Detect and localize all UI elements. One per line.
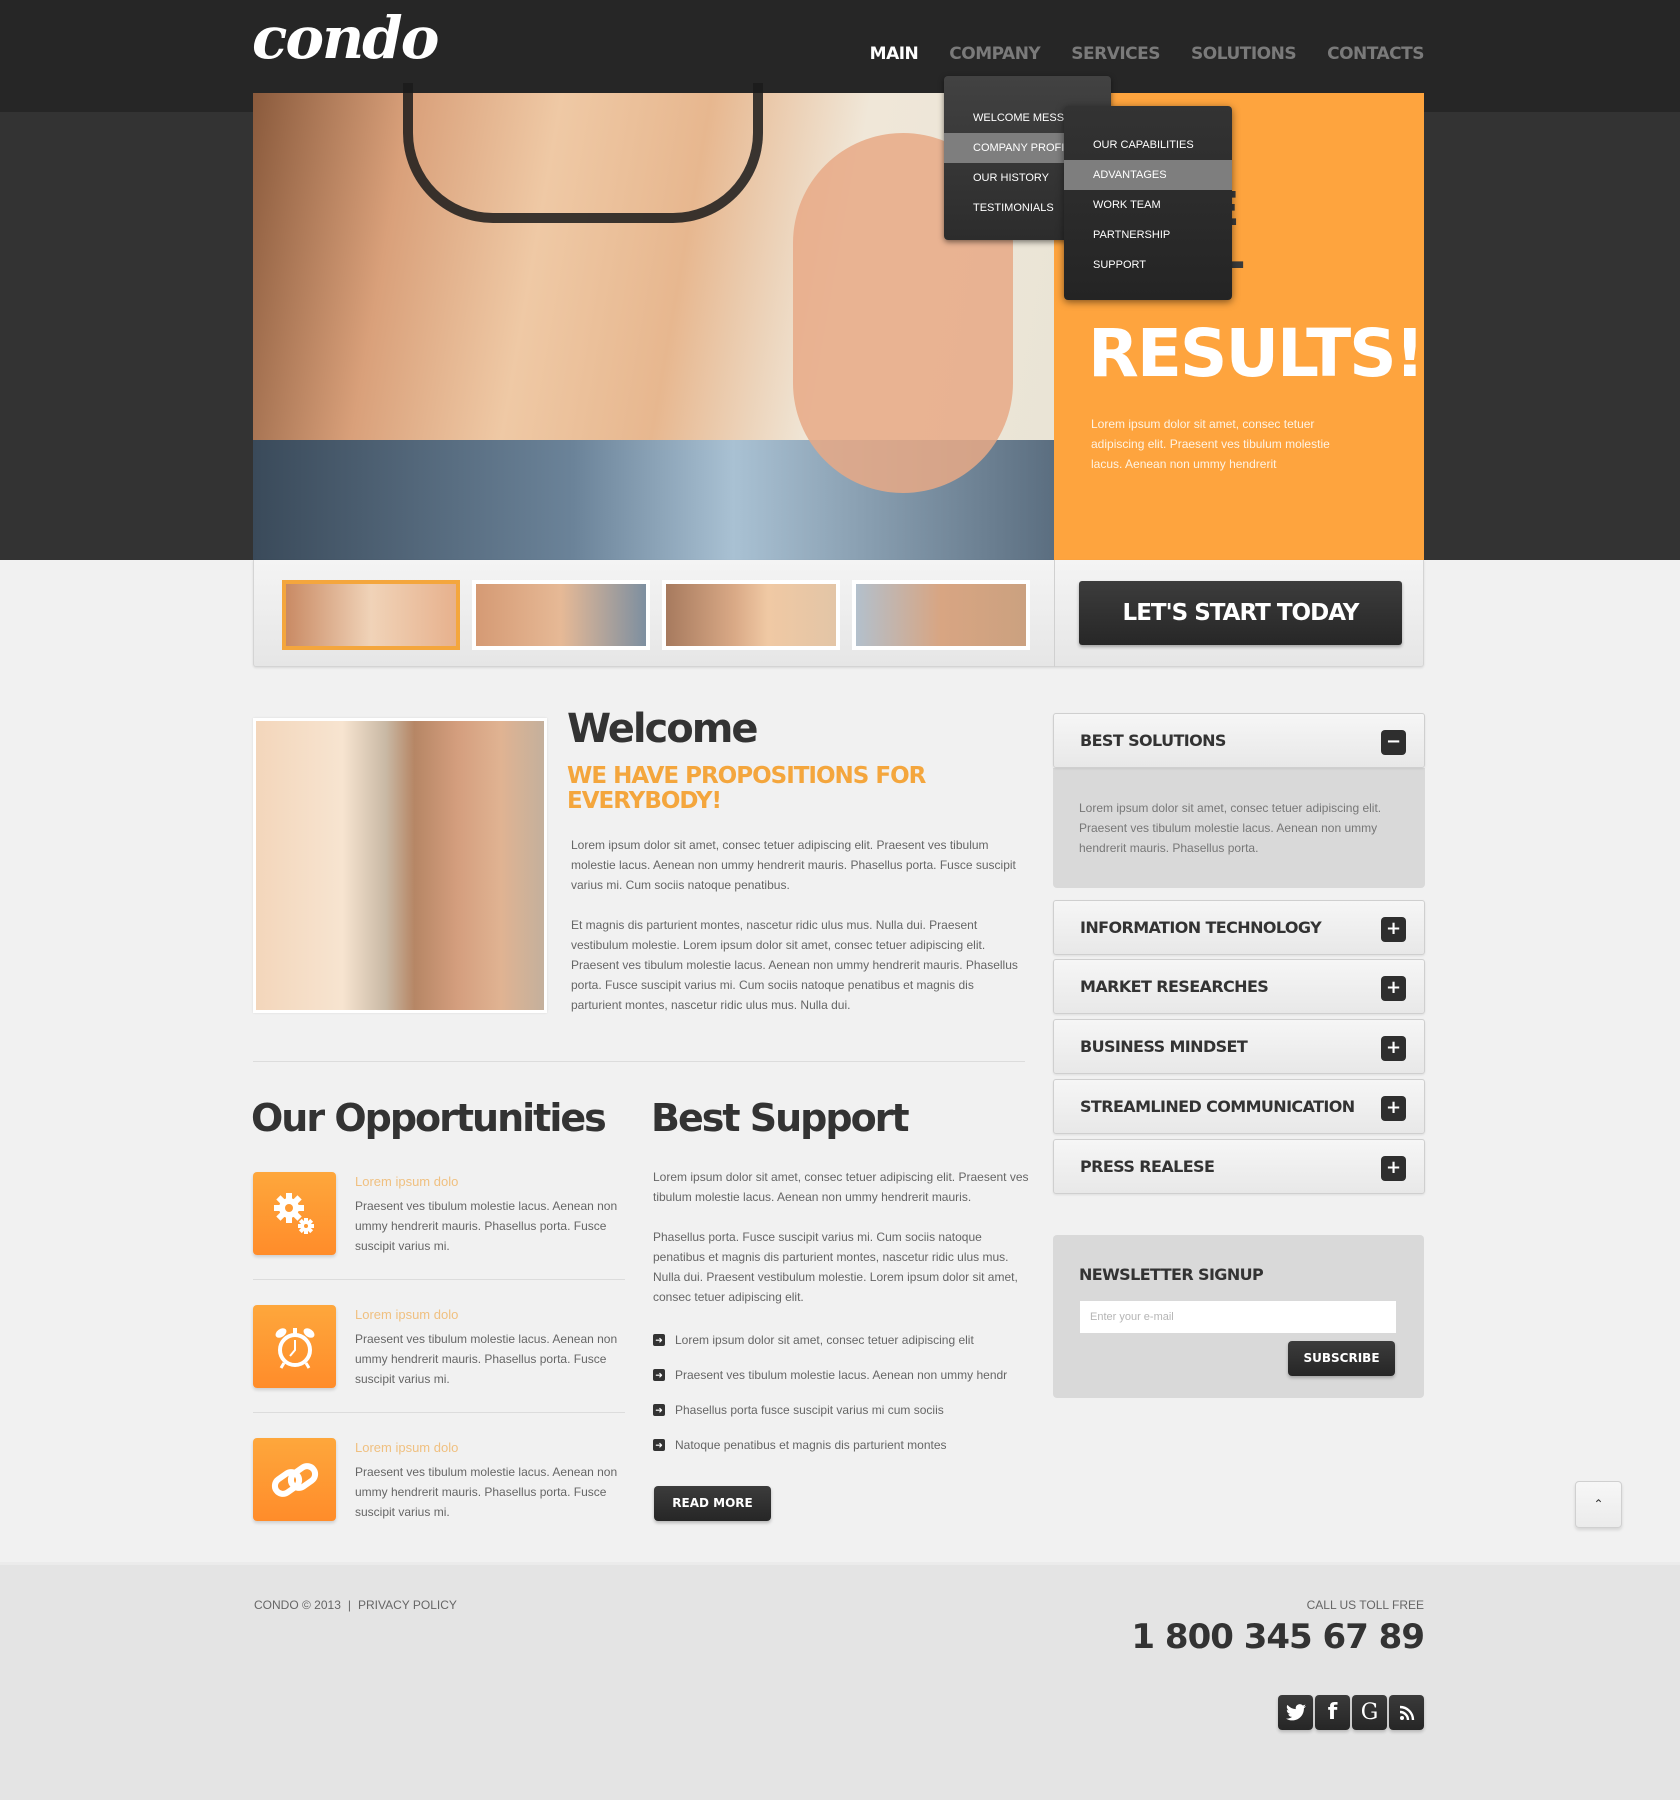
plus-icon[interactable]: + (1381, 976, 1406, 1001)
accordion-header-best-solutions[interactable]: BEST SOLUTIONS − (1053, 713, 1425, 768)
arrow-right-icon: ➜ (653, 1404, 665, 1416)
plus-icon[interactable]: + (1381, 1096, 1406, 1121)
call-us-label: CALL US TOLL FREE (1306, 1598, 1424, 1612)
hero-image (253, 83, 1054, 560)
alarm-clock-icon (253, 1305, 336, 1388)
accordion-label: MARKET RESEARCHES (1080, 977, 1269, 996)
minus-icon[interactable]: − (1381, 730, 1406, 755)
google-glyph: G (1360, 1700, 1379, 1725)
accordion-label: STREAMLINED COMMUNICATION (1080, 1097, 1355, 1116)
privacy-policy-link[interactable]: PRIVACY POLICY (358, 1598, 457, 1612)
main-nav: MAIN COMPANY SERVICES SOLUTIONS CONTACTS (839, 44, 1425, 64)
plus-icon[interactable]: + (1381, 917, 1406, 942)
menu-item-work-team[interactable]: WORK TEAM (1064, 190, 1232, 220)
hero-title: RESULTS! (1088, 315, 1425, 392)
hero-text: Lorem ipsum dolor sit amet, consec tetue… (1091, 417, 1330, 471)
twitter-icon[interactable] (1278, 1695, 1313, 1730)
menu-item-support[interactable]: SUPPORT (1064, 250, 1232, 280)
slider-thumbnail-strip: LET'S START TODAY (253, 560, 1424, 667)
newsletter-title: NEWSLETTER SIGNUP (1079, 1265, 1264, 1284)
hero-image-glasses (403, 83, 763, 223)
newsletter-box: NEWSLETTER SIGNUP SUBSCRIBE (1053, 1235, 1424, 1398)
lets-start-today-button[interactable]: LET'S START TODAY (1079, 581, 1402, 645)
welcome-paragraph-1: Lorem ipsum dolor sit amet, consec tetue… (571, 838, 1016, 892)
welcome-paragraph-2: Et magnis dis parturient montes, nascetu… (571, 918, 1018, 1012)
welcome-subtitle: WE HAVE PROPOSITIONS FOR EVERYBODY! (567, 763, 926, 814)
back-to-top-button[interactable]: ⌃ (1575, 1481, 1622, 1528)
opportunities-title: Our Opportunities (251, 1096, 607, 1140)
support-paragraph-1: Lorem ipsum dolor sit amet, consec tetue… (653, 1170, 1029, 1204)
nav-main[interactable]: MAIN (870, 44, 919, 64)
nav-services[interactable]: SERVICES (1071, 44, 1160, 64)
list-item: ➜ Lorem ipsum dolor sit amet, consec tetu… (653, 1333, 1038, 1368)
gears-icon (253, 1172, 336, 1255)
opportunity-text: Praesent ves tibulum molestie lacus. Aen… (355, 1332, 618, 1386)
plus-icon[interactable]: + (1381, 1156, 1406, 1181)
accordion-label: BEST SOLUTIONS (1080, 731, 1226, 750)
google-icon[interactable]: G (1352, 1695, 1387, 1730)
thumbnail-2[interactable] (472, 580, 650, 650)
list-item-text[interactable]: Phasellus porta fusce suscipit varius mi… (675, 1403, 944, 1417)
arrow-right-icon: ➜ (653, 1439, 665, 1451)
subscribe-button[interactable]: SUBSCRIBE (1288, 1341, 1395, 1376)
read-more-button[interactable]: READ MORE (654, 1486, 771, 1521)
welcome-image (253, 718, 547, 1013)
opportunity-text: Praesent ves tibulum molestie lacus. Aen… (355, 1199, 618, 1253)
list-item: ➜ Praesent ves tibulum molestie lacus. Ae… (653, 1368, 1038, 1403)
support-title: Best Support (651, 1096, 910, 1140)
strip-divider (1054, 560, 1055, 667)
accordion-label: PRESS REALESE (1080, 1157, 1215, 1176)
opportunity-divider (253, 1412, 625, 1413)
link-icon (253, 1438, 336, 1521)
phone-number: 1 800 345 67 89 (1131, 1617, 1425, 1657)
site-footer: CONDO © 2013 | PRIVACY POLICY CALL US TOLL… (0, 1562, 1680, 1800)
thumbnail-4[interactable] (852, 580, 1030, 650)
list-item: ➜ Natoque penatibus et magnis dis parturi… (653, 1438, 1038, 1473)
menu-item-our-capabilities[interactable]: OUR CAPABILITIES (1064, 130, 1232, 160)
facebook-glyph: f (1327, 1700, 1338, 1725)
accordion-panel-best-solutions: Lorem ipsum dolor sit amet, consec tetue… (1053, 768, 1425, 888)
accordion-header-market-researches[interactable]: MARKET RESEARCHES + (1053, 959, 1425, 1014)
rss-icon[interactable] (1389, 1695, 1424, 1730)
list-item-text[interactable]: Praesent ves tibulum molestie lacus. Aen… (675, 1368, 1007, 1382)
accordion-header-business-mindset[interactable]: BUSINESS MINDSET + (1053, 1019, 1425, 1074)
newsletter-email-input[interactable] (1080, 1301, 1396, 1333)
social-links: f G (1278, 1695, 1424, 1730)
menu-item-partnership[interactable]: PARTNERSHIP (1064, 220, 1232, 250)
accordion-panel-text: Lorem ipsum dolor sit amet, consec tetue… (1079, 801, 1382, 855)
plus-icon[interactable]: + (1381, 1036, 1406, 1061)
nav-contacts[interactable]: CONTACTS (1327, 44, 1424, 64)
logo[interactable]: condo (252, 4, 439, 72)
accordion-header-information-technology[interactable]: INFORMATION TECHNOLOGY + (1053, 900, 1425, 955)
opportunity-heading[interactable]: Lorem ipsum dolo (355, 1307, 458, 1322)
thumbnail-1[interactable] (282, 580, 460, 650)
copyright-text: CONDO © 2013 (254, 1598, 341, 1612)
list-item: ➜ Phasellus porta fusce suscipit varius m… (653, 1403, 1038, 1438)
arrow-right-icon: ➜ (653, 1334, 665, 1346)
thumbnail-3[interactable] (662, 580, 840, 650)
list-item-text[interactable]: Lorem ipsum dolor sit amet, consec tetue… (675, 1333, 974, 1347)
support-list: ➜ Lorem ipsum dolor sit amet, consec tetu… (653, 1333, 1038, 1473)
arrow-right-icon: ➜ (653, 1369, 665, 1381)
support-paragraph-2: Phasellus porta. Fusce suscipit varius m… (653, 1230, 1018, 1304)
opportunity-heading[interactable]: Lorem ipsum dolo (355, 1440, 458, 1455)
opportunity-text: Praesent ves tibulum molestie lacus. Aen… (355, 1465, 618, 1519)
copyright: CONDO © 2013 | PRIVACY POLICY (254, 1598, 457, 1612)
accordion-label: BUSINESS MINDSET (1080, 1037, 1248, 1056)
nav-company[interactable]: COMPANY (949, 44, 1040, 64)
accordion-header-press-realese[interactable]: PRESS REALESE + (1053, 1139, 1425, 1194)
nav-solutions[interactable]: SOLUTIONS (1191, 44, 1297, 64)
menu-item-advantages[interactable]: ADVANTAGES (1064, 160, 1232, 190)
section-divider (253, 1061, 1025, 1062)
list-item-text[interactable]: Natoque penatibus et magnis dis parturie… (675, 1438, 947, 1452)
accordion-label: INFORMATION TECHNOLOGY (1080, 918, 1322, 937)
company-profile-submenu: OUR CAPABILITIES ADVANTAGES WORK TEAM PA… (1064, 106, 1232, 300)
opportunity-divider (253, 1279, 625, 1280)
accordion-header-streamlined-communication[interactable]: STREAMLINED COMMUNICATION + (1053, 1079, 1425, 1134)
footer-separator: | (347, 1598, 351, 1612)
facebook-icon[interactable]: f (1315, 1695, 1350, 1730)
welcome-title: Welcome (567, 706, 759, 752)
opportunity-heading[interactable]: Lorem ipsum dolo (355, 1174, 458, 1189)
chevron-up-icon: ⌃ (1593, 1497, 1604, 1511)
